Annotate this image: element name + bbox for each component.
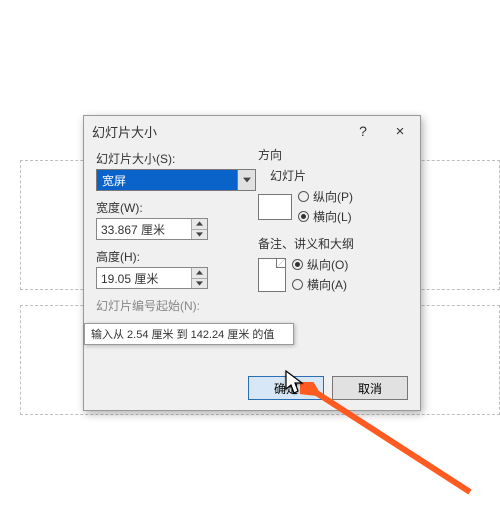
height-value: 19.05 厘米 bbox=[101, 270, 158, 287]
help-button[interactable]: ? bbox=[346, 123, 380, 139]
spinner-up-icon[interactable] bbox=[192, 219, 207, 229]
page-landscape-icon bbox=[258, 194, 292, 220]
slides-size-value: 宽屏 bbox=[102, 172, 126, 189]
spinner-down-icon[interactable] bbox=[192, 229, 207, 240]
spinner-down-icon[interactable] bbox=[192, 278, 207, 289]
width-value: 33.867 厘米 bbox=[101, 221, 165, 238]
cursor-icon bbox=[285, 370, 305, 401]
notes-landscape-radio[interactable]: 横向(A) bbox=[292, 276, 348, 293]
dialog-title: 幻灯片大小 bbox=[92, 122, 157, 141]
start-number-label: 幻灯片编号起始(N): bbox=[96, 297, 256, 314]
width-label: 宽度(W): bbox=[96, 199, 256, 216]
height-spinner[interactable]: 19.05 厘米 bbox=[96, 267, 208, 289]
slide-size-dialog: 幻灯片大小 ? × 幻灯片大小(S): 宽屏 宽度(W): 33.867 厘米 … bbox=[83, 115, 421, 411]
orientation-title: 方向 bbox=[258, 146, 408, 163]
slides-size-label: 幻灯片大小(S): bbox=[96, 150, 256, 167]
width-spinner[interactable]: 33.867 厘米 bbox=[96, 218, 208, 240]
close-button[interactable]: × bbox=[380, 123, 420, 140]
notes-orient-label: 备注、讲义和大纲 bbox=[258, 235, 408, 252]
slides-orient-label: 幻灯片 bbox=[270, 167, 408, 184]
slides-size-combo[interactable]: 宽屏 bbox=[96, 169, 256, 191]
slides-portrait-radio[interactable]: 纵向(P) bbox=[298, 188, 353, 205]
annotation-arrow bbox=[300, 382, 480, 502]
chevron-down-icon[interactable] bbox=[237, 170, 255, 190]
slides-landscape-radio[interactable]: 横向(L) bbox=[298, 208, 353, 225]
validation-tooltip: 输入从 2.54 厘米 到 142.24 厘米 的值 bbox=[84, 323, 294, 345]
notes-portrait-radio[interactable]: 纵向(O) bbox=[292, 256, 348, 273]
page-portrait-icon bbox=[258, 258, 286, 292]
spinner-up-icon[interactable] bbox=[192, 268, 207, 278]
height-label: 高度(H): bbox=[96, 248, 256, 265]
